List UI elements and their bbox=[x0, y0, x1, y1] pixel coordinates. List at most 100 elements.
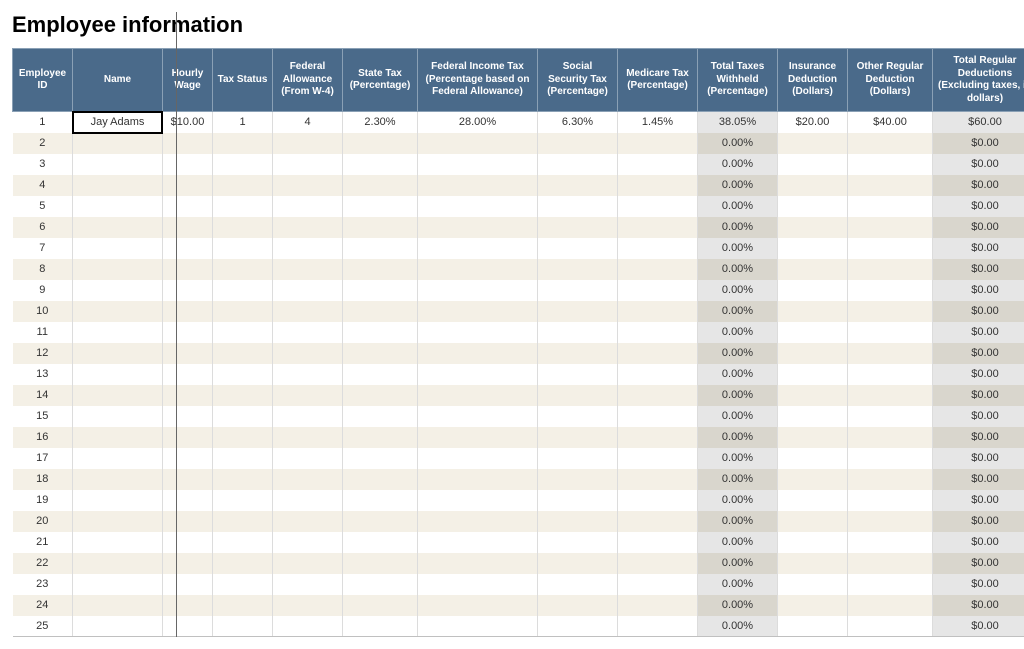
cell-wage[interactable] bbox=[163, 175, 213, 196]
cell-fed_allow[interactable] bbox=[273, 196, 343, 217]
cell-id[interactable]: 10 bbox=[13, 301, 73, 322]
cell-state_tax[interactable] bbox=[343, 448, 418, 469]
cell-insurance[interactable] bbox=[778, 364, 848, 385]
cell-fit[interactable] bbox=[418, 238, 538, 259]
cell-other[interactable] bbox=[848, 616, 933, 637]
cell-ss[interactable] bbox=[538, 175, 618, 196]
cell-fed_allow[interactable] bbox=[273, 406, 343, 427]
cell-fed_allow[interactable] bbox=[273, 217, 343, 238]
cell-total_deduct[interactable]: $0.00 bbox=[933, 616, 1024, 637]
cell-total_withheld[interactable]: 0.00% bbox=[698, 532, 778, 553]
cell-name[interactable] bbox=[73, 406, 163, 427]
cell-other[interactable] bbox=[848, 280, 933, 301]
cell-id[interactable]: 18 bbox=[13, 469, 73, 490]
cell-name[interactable] bbox=[73, 511, 163, 532]
cell-med[interactable] bbox=[618, 448, 698, 469]
cell-insurance[interactable] bbox=[778, 574, 848, 595]
cell-fit[interactable] bbox=[418, 616, 538, 637]
cell-other[interactable] bbox=[848, 595, 933, 616]
cell-insurance[interactable] bbox=[778, 154, 848, 175]
cell-ss[interactable] bbox=[538, 196, 618, 217]
cell-wage[interactable] bbox=[163, 259, 213, 280]
cell-id[interactable]: 8 bbox=[13, 259, 73, 280]
cell-ss[interactable] bbox=[538, 322, 618, 343]
cell-state_tax[interactable] bbox=[343, 616, 418, 637]
cell-name[interactable] bbox=[73, 133, 163, 154]
cell-other[interactable] bbox=[848, 364, 933, 385]
cell-fit[interactable] bbox=[418, 427, 538, 448]
cell-state_tax[interactable] bbox=[343, 385, 418, 406]
cell-id[interactable]: 1 bbox=[13, 112, 73, 133]
cell-other[interactable] bbox=[848, 175, 933, 196]
cell-other[interactable] bbox=[848, 406, 933, 427]
cell-other[interactable] bbox=[848, 133, 933, 154]
cell-fed_allow[interactable] bbox=[273, 259, 343, 280]
cell-name[interactable]: Jay Adams bbox=[73, 112, 163, 133]
cell-tax_status[interactable] bbox=[213, 133, 273, 154]
cell-insurance[interactable] bbox=[778, 469, 848, 490]
cell-fed_allow[interactable] bbox=[273, 301, 343, 322]
cell-total_deduct[interactable]: $0.00 bbox=[933, 385, 1024, 406]
cell-insurance[interactable] bbox=[778, 595, 848, 616]
cell-wage[interactable] bbox=[163, 406, 213, 427]
cell-wage[interactable] bbox=[163, 154, 213, 175]
cell-med[interactable]: 1.45% bbox=[618, 112, 698, 133]
cell-total_deduct[interactable]: $0.00 bbox=[933, 196, 1024, 217]
col-total-taxes-withheld[interactable]: Total Taxes Withheld (Percentage) bbox=[698, 49, 778, 112]
cell-fit[interactable] bbox=[418, 343, 538, 364]
col-insurance-deduction[interactable]: Insurance Deduction (Dollars) bbox=[778, 49, 848, 112]
cell-med[interactable] bbox=[618, 490, 698, 511]
cell-name[interactable] bbox=[73, 385, 163, 406]
cell-name[interactable] bbox=[73, 553, 163, 574]
cell-id[interactable]: 17 bbox=[13, 448, 73, 469]
cell-state_tax[interactable] bbox=[343, 364, 418, 385]
cell-wage[interactable] bbox=[163, 469, 213, 490]
cell-med[interactable] bbox=[618, 154, 698, 175]
cell-fed_allow[interactable] bbox=[273, 280, 343, 301]
cell-other[interactable] bbox=[848, 490, 933, 511]
cell-tax_status[interactable] bbox=[213, 217, 273, 238]
cell-total_deduct[interactable]: $0.00 bbox=[933, 469, 1024, 490]
cell-state_tax[interactable] bbox=[343, 511, 418, 532]
cell-ss[interactable] bbox=[538, 406, 618, 427]
cell-med[interactable] bbox=[618, 196, 698, 217]
cell-fit[interactable] bbox=[418, 469, 538, 490]
cell-ss[interactable] bbox=[538, 553, 618, 574]
cell-fed_allow[interactable] bbox=[273, 511, 343, 532]
cell-other[interactable] bbox=[848, 259, 933, 280]
cell-name[interactable] bbox=[73, 595, 163, 616]
cell-tax_status[interactable] bbox=[213, 532, 273, 553]
cell-med[interactable] bbox=[618, 175, 698, 196]
cell-state_tax[interactable] bbox=[343, 301, 418, 322]
cell-tax_status[interactable] bbox=[213, 616, 273, 637]
cell-wage[interactable] bbox=[163, 553, 213, 574]
cell-total_deduct[interactable]: $0.00 bbox=[933, 322, 1024, 343]
cell-fit[interactable] bbox=[418, 532, 538, 553]
cell-fit[interactable] bbox=[418, 133, 538, 154]
cell-other[interactable] bbox=[848, 385, 933, 406]
cell-total_deduct[interactable]: $0.00 bbox=[933, 406, 1024, 427]
cell-ss[interactable] bbox=[538, 301, 618, 322]
cell-fit[interactable] bbox=[418, 364, 538, 385]
cell-state_tax[interactable] bbox=[343, 343, 418, 364]
cell-fit[interactable] bbox=[418, 217, 538, 238]
cell-name[interactable] bbox=[73, 322, 163, 343]
cell-total_deduct[interactable]: $0.00 bbox=[933, 301, 1024, 322]
cell-name[interactable] bbox=[73, 574, 163, 595]
cell-state_tax[interactable] bbox=[343, 322, 418, 343]
cell-fit[interactable] bbox=[418, 385, 538, 406]
cell-total_withheld[interactable]: 38.05% bbox=[698, 112, 778, 133]
cell-med[interactable] bbox=[618, 217, 698, 238]
cell-wage[interactable] bbox=[163, 217, 213, 238]
cell-wage[interactable]: $10.00 bbox=[163, 112, 213, 133]
cell-fed_allow[interactable] bbox=[273, 427, 343, 448]
cell-ss[interactable] bbox=[538, 259, 618, 280]
cell-insurance[interactable] bbox=[778, 532, 848, 553]
col-social-security-tax[interactable]: Social Security Tax (Percentage) bbox=[538, 49, 618, 112]
cell-id[interactable]: 16 bbox=[13, 427, 73, 448]
cell-id[interactable]: 21 bbox=[13, 532, 73, 553]
cell-total_deduct[interactable]: $0.00 bbox=[933, 259, 1024, 280]
cell-insurance[interactable] bbox=[778, 343, 848, 364]
cell-total_deduct[interactable]: $0.00 bbox=[933, 154, 1024, 175]
cell-total_deduct[interactable]: $0.00 bbox=[933, 553, 1024, 574]
